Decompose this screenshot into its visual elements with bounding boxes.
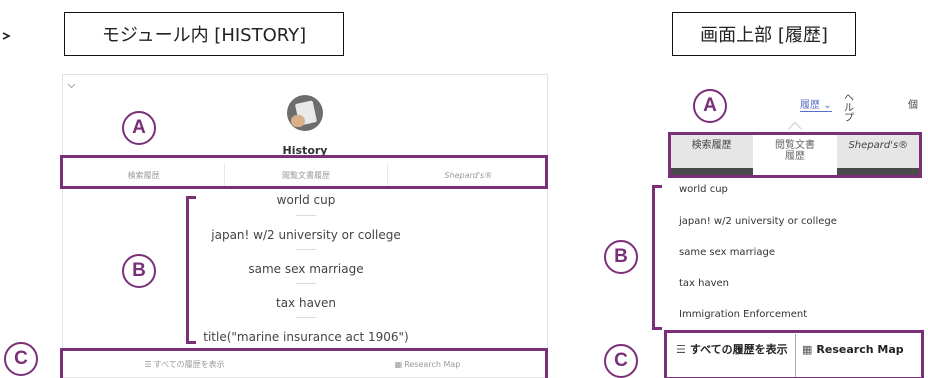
list-item[interactable]: japan! w/2 university or college [679, 216, 837, 227]
callout-c: C [604, 344, 638, 378]
header-menu-item[interactable]: 個 [908, 96, 918, 111]
divider [296, 249, 316, 250]
list-item[interactable]: same sex marriage [679, 247, 775, 258]
list-item[interactable]: world cup [679, 184, 728, 195]
help-link[interactable]: ヘルプ [844, 94, 854, 124]
callout-a: A [122, 111, 156, 145]
history-dropdown-label: 履歴 [800, 100, 820, 111]
list-item[interactable]: tax haven [679, 278, 729, 289]
history-icon [287, 95, 323, 131]
arrow-stub-icon [0, 26, 16, 46]
highlight-box-a [668, 132, 922, 178]
chevron-down-icon: ⌄ [823, 100, 832, 111]
list-item[interactable]: japan! w/2 university or college [63, 228, 549, 242]
callout-a: A [693, 89, 727, 123]
callout-c: C [4, 342, 38, 376]
list-item[interactable]: tax haven [63, 296, 549, 310]
list-item[interactable]: title("marine insurance act 1906") [63, 330, 549, 344]
callout-b: B [122, 254, 156, 288]
list-item[interactable]: world cup [63, 193, 549, 207]
highlight-box-c [664, 330, 924, 378]
history-dropdown[interactable]: 履歴 ⌄ [800, 96, 832, 112]
module-section-title: モジュール内 [HISTORY] [64, 12, 344, 56]
highlight-box-a [60, 155, 548, 189]
chevron-down-icon[interactable] [67, 81, 76, 92]
highlight-bracket-b [186, 196, 196, 344]
list-item[interactable]: Immigration Enforcement [679, 309, 807, 320]
highlight-box-c [60, 348, 548, 378]
highlight-bracket-b [652, 185, 662, 330]
header-section-title: 画面上部 [履歴] [672, 12, 856, 56]
divider [296, 215, 316, 216]
callout-b: B [604, 240, 638, 274]
divider [296, 283, 316, 284]
divider [296, 317, 316, 318]
